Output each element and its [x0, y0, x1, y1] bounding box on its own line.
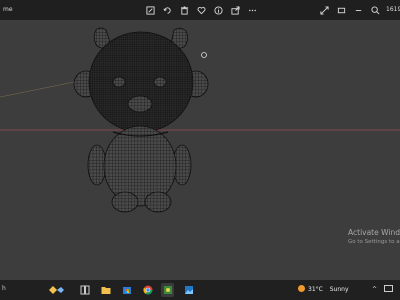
watermark-line2: Go to Settings to activ [348, 239, 400, 245]
3d-viewport[interactable] [0, 20, 400, 280]
sun-icon [298, 285, 305, 292]
app-title: me [3, 6, 13, 13]
photos-icon[interactable] [182, 283, 195, 297]
right-leg [144, 191, 172, 213]
zoom-in-icon[interactable] [369, 4, 381, 16]
zoom-out-icon[interactable] [352, 4, 364, 16]
tray-arrow-icon[interactable]: ^ [372, 286, 377, 293]
edit-icon[interactable] [144, 4, 156, 16]
store-icon[interactable] [120, 283, 133, 297]
expand-icon[interactable] [318, 4, 330, 16]
system-tray[interactable]: ^ [372, 285, 393, 293]
search-box[interactable]: h [2, 285, 10, 297]
chrome-icon[interactable] [141, 283, 154, 297]
cursor [201, 52, 207, 58]
viewport-canvas [0, 27, 400, 213]
axis-line [0, 81, 75, 98]
weather-temp: 31°C [308, 286, 323, 293]
delete-icon[interactable] [178, 4, 190, 16]
title-bar: me 1619 [0, 0, 400, 20]
right-eye [153, 76, 167, 88]
task-view-icon[interactable] [78, 283, 91, 297]
game-icon[interactable] [161, 283, 174, 297]
file-explorer-icon[interactable] [99, 283, 112, 297]
left-leg [111, 191, 139, 213]
left-arm [87, 144, 107, 186]
bear-wireframe-model[interactable] [73, 27, 209, 213]
zoom-readout: 1619 [386, 6, 400, 13]
share-icon[interactable] [229, 4, 241, 16]
activation-watermark: Activate Windo Go to Settings to activ [348, 228, 400, 252]
fit-icon[interactable] [335, 4, 347, 16]
snout [127, 95, 153, 113]
battery-icon [383, 285, 393, 292]
taskbar: h 31°C Sunny ^ [0, 280, 400, 300]
rotate-icon[interactable] [161, 4, 173, 16]
weather-widget[interactable]: 31°C Sunny [298, 285, 349, 293]
more-icon[interactable] [246, 4, 258, 16]
favorite-icon[interactable] [195, 4, 207, 16]
copilot-icon[interactable] [46, 283, 68, 297]
watermark-line1: Activate Windo [348, 228, 400, 237]
info-icon[interactable] [212, 4, 224, 16]
head [88, 31, 194, 133]
weather-text: Sunny [329, 286, 349, 293]
left-eye [112, 76, 126, 88]
